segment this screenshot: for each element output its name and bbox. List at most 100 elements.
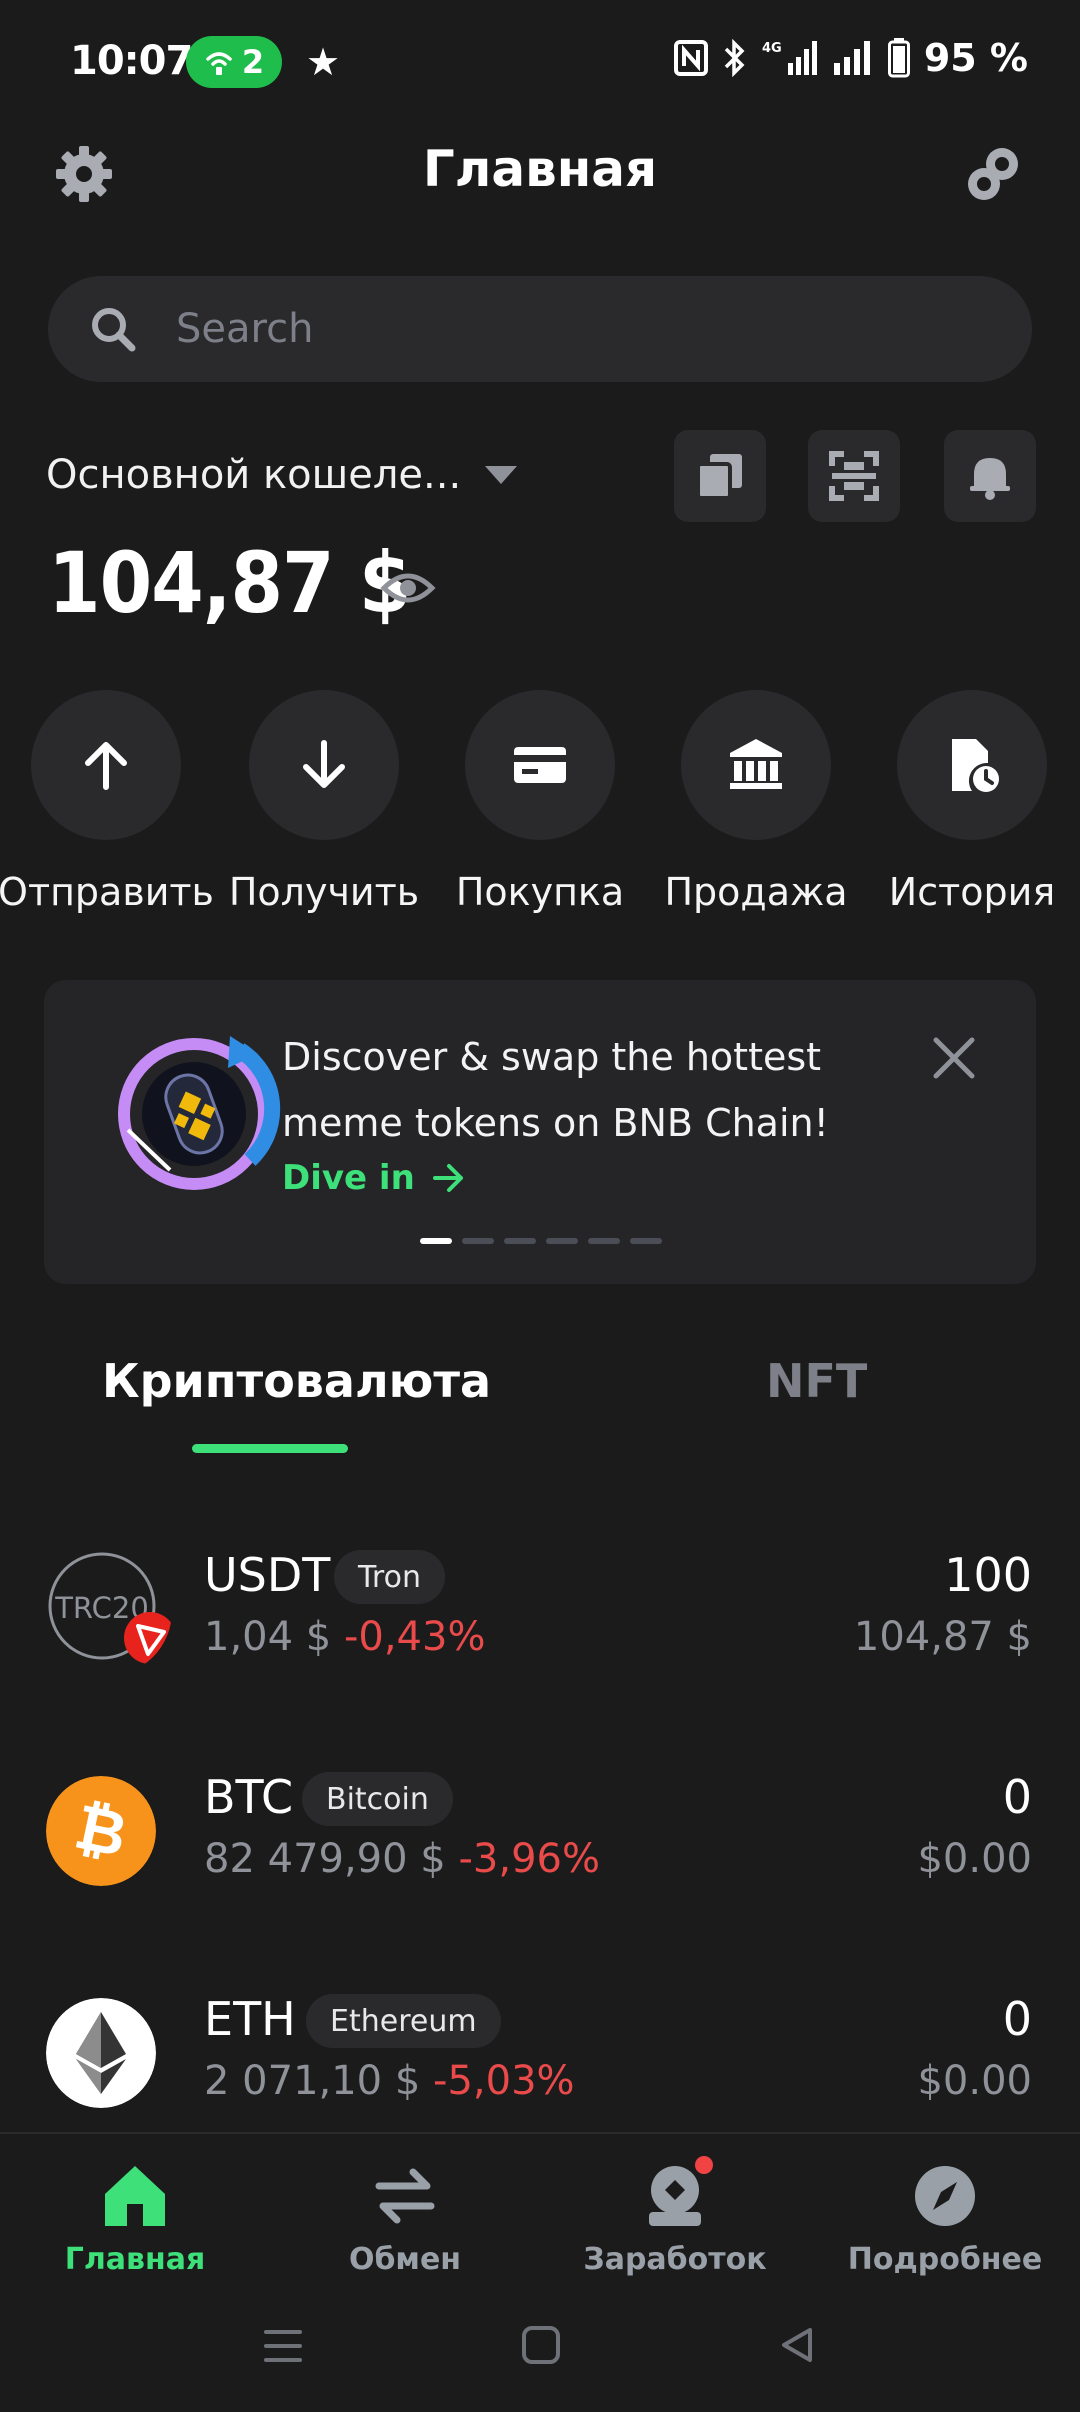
history-button[interactable] bbox=[897, 690, 1047, 840]
token-symbol: ETH bbox=[204, 1992, 296, 2046]
card-icon bbox=[514, 747, 566, 783]
chevron-down-icon bbox=[485, 466, 518, 484]
compass-icon bbox=[915, 2166, 975, 2226]
wallet-name: Основной кошеле... bbox=[46, 452, 462, 498]
usdt-trc20-logo: TRC20 bbox=[48, 1552, 172, 1664]
nav-home-label: Главная bbox=[64, 2242, 206, 2277]
recent-apps-icon[interactable] bbox=[262, 2326, 304, 2366]
carousel-dot bbox=[462, 1238, 494, 1244]
token-change: -0,43% bbox=[343, 1614, 486, 1660]
token-amount: 0 bbox=[1002, 1770, 1032, 1824]
token-price: 1,04 $ -0,43% bbox=[204, 1614, 485, 1660]
nav-swap-label: Обмен bbox=[348, 2242, 462, 2277]
nav-home[interactable]: Главная bbox=[0, 2160, 270, 2277]
sell-label: Продажа bbox=[664, 870, 848, 914]
arrow-down-icon bbox=[303, 740, 345, 788]
buy-button[interactable] bbox=[465, 690, 615, 840]
signal-icon bbox=[833, 41, 870, 75]
carousel-dot bbox=[546, 1238, 578, 1244]
active-tab-indicator bbox=[192, 1444, 348, 1453]
carousel-dot bbox=[630, 1238, 662, 1244]
hotspot-badge: 2 bbox=[186, 36, 282, 88]
carousel-indicator bbox=[420, 1238, 662, 1244]
token-chain-badge: Bitcoin bbox=[302, 1772, 453, 1826]
token-row-eth[interactable]: ETH Ethereum 2 071,10 $ -5,03% 0 $0.00 bbox=[0, 1984, 1080, 2144]
home-system-icon[interactable] bbox=[520, 2324, 562, 2366]
receive-button[interactable] bbox=[249, 690, 399, 840]
search-input[interactable] bbox=[174, 305, 978, 353]
hotspot-count: 2 bbox=[241, 43, 265, 81]
status-right: 4G 95 % bbox=[673, 36, 1028, 80]
token-chain-badge: Tron bbox=[334, 1550, 445, 1604]
search-bar[interactable] bbox=[48, 276, 1032, 382]
battery-percent: 95 % bbox=[923, 36, 1028, 80]
hotspot-icon bbox=[206, 52, 232, 75]
sell-action[interactable]: Продажа bbox=[648, 690, 864, 914]
token-price-value: 1,04 $ bbox=[204, 1614, 332, 1660]
banner-text: Discover & swap the hottest meme tokens … bbox=[282, 1035, 829, 1145]
banner-link[interactable]: Dive in bbox=[282, 1158, 467, 1198]
arrow-right-icon bbox=[432, 1164, 463, 1192]
bluetooth-icon bbox=[724, 39, 745, 77]
eye-icon[interactable] bbox=[380, 560, 436, 616]
status-time: 10:07 bbox=[70, 38, 193, 84]
token-price-value: 2 071,10 $ bbox=[204, 2058, 421, 2104]
status-bar: 10:07 2 ★ 4G 95 % bbox=[0, 0, 1080, 126]
token-amount: 0 bbox=[1002, 1992, 1032, 2046]
send-button[interactable] bbox=[31, 690, 181, 840]
nav-earn[interactable]: Заработок bbox=[540, 2156, 810, 2277]
bell-icon bbox=[970, 458, 1010, 500]
bnb-meme-token-illustration bbox=[118, 1036, 281, 1190]
earn-icon bbox=[639, 2156, 713, 2232]
token-price: 82 479,90 $ -3,96% bbox=[204, 1836, 600, 1882]
tab-crypto[interactable]: Криптовалюта bbox=[102, 1354, 491, 1408]
scan-icon bbox=[829, 451, 879, 501]
wallet-connect-icon[interactable] bbox=[964, 144, 1024, 204]
home-icon bbox=[105, 2166, 165, 2226]
token-change: -3,96% bbox=[458, 1836, 600, 1882]
system-navigation-bar bbox=[0, 2286, 1080, 2412]
token-value: 104,87 $ bbox=[853, 1614, 1032, 1660]
nav-discover[interactable]: Подробнее bbox=[810, 2160, 1080, 2277]
token-row-usdt[interactable]: TRC20 USDT Tron 1,04 $ -0,43% 100 104,87… bbox=[0, 1540, 1080, 1700]
mobile-signal-4g-icon: 4G bbox=[762, 41, 817, 75]
token-amount: 100 bbox=[944, 1548, 1032, 1602]
receive-action[interactable]: Получить bbox=[216, 690, 432, 914]
notifications-button[interactable] bbox=[944, 430, 1036, 522]
send-label: Отправить bbox=[0, 870, 214, 914]
wallet-balance: 104,87 $ bbox=[48, 534, 411, 632]
token-row-btc[interactable]: ₿ BTC Bitcoin 82 479,90 $ -3,96% 0 $0.00 bbox=[0, 1762, 1080, 1922]
carousel-dot bbox=[588, 1238, 620, 1244]
history-icon bbox=[952, 739, 999, 792]
buy-label: Покупка bbox=[455, 870, 625, 914]
nav-swap[interactable]: Обмен bbox=[270, 2160, 540, 2277]
scan-button[interactable] bbox=[808, 430, 900, 522]
page-title: Главная bbox=[422, 140, 658, 198]
swap-icon bbox=[375, 2168, 435, 2224]
send-action[interactable]: Отправить bbox=[0, 690, 214, 914]
token-value: $0.00 bbox=[917, 1836, 1032, 1882]
nav-discover-label: Подробнее bbox=[847, 2242, 1043, 2277]
buy-action[interactable]: Покупка bbox=[432, 690, 648, 914]
history-label: История bbox=[888, 870, 1056, 914]
sell-button[interactable] bbox=[681, 690, 831, 840]
wallet-selector[interactable]: Основной кошеле... bbox=[46, 452, 518, 498]
bottom-navigation: Главная Обмен Заработок Подробнее bbox=[0, 2132, 1080, 2288]
battery-icon bbox=[887, 38, 910, 78]
carousel-dot bbox=[420, 1238, 452, 1244]
receive-label: Получить bbox=[228, 870, 420, 914]
history-action[interactable]: История bbox=[864, 690, 1080, 914]
token-price: 2 071,10 $ -5,03% bbox=[204, 2058, 575, 2104]
svg-text:4G: 4G bbox=[762, 41, 782, 56]
banner-link-label: Dive in bbox=[282, 1158, 415, 1198]
copy-icon bbox=[696, 454, 742, 500]
notification-dot bbox=[695, 2156, 713, 2174]
close-icon[interactable] bbox=[924, 1028, 984, 1088]
copy-address-button[interactable] bbox=[674, 430, 766, 522]
carousel-dot bbox=[504, 1238, 536, 1244]
token-chain-badge: Ethereum bbox=[306, 1994, 501, 2048]
promo-banner[interactable]: Discover & swap the hottest meme tokens … bbox=[44, 980, 1036, 1284]
star-icon: ★ bbox=[306, 40, 341, 84]
back-icon[interactable] bbox=[776, 2324, 818, 2366]
tab-nft[interactable]: NFT bbox=[766, 1354, 867, 1408]
